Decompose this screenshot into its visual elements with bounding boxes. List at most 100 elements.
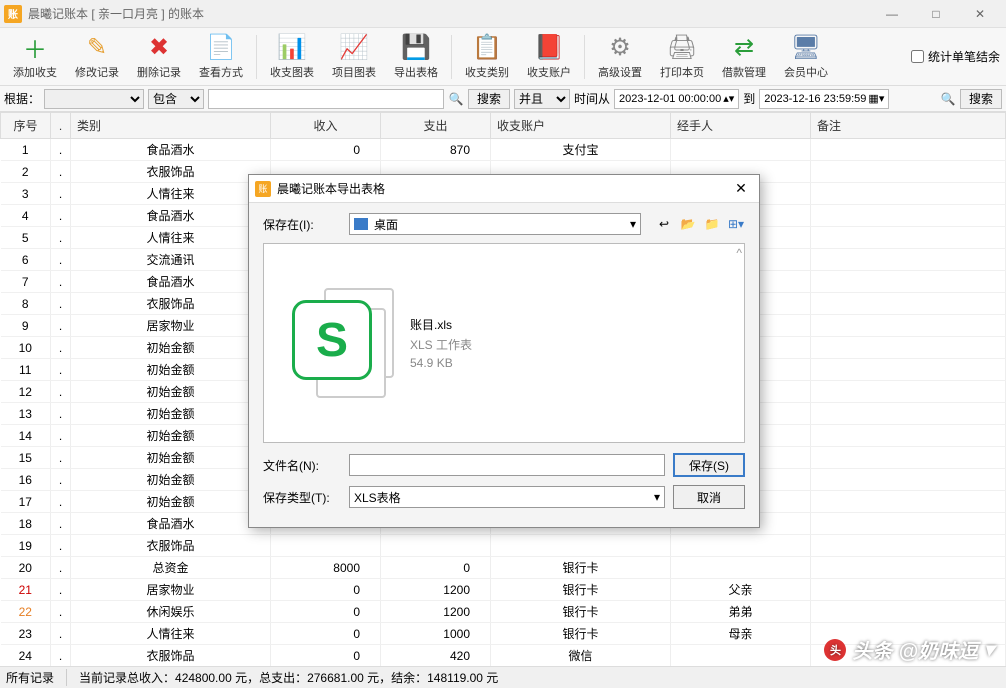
tool-label: 项目图表 xyxy=(332,64,376,80)
status-bar: 所有记录 当前记录总收入：424800.00 元，总支出：276681.00 元… xyxy=(0,666,1006,688)
tool-label: 修改记录 xyxy=(75,64,119,80)
tool-收支类别[interactable]: 📋 收支类别 xyxy=(458,30,516,84)
date-to-input[interactable]: 2023-12-16 23:59:59▦▾ xyxy=(759,89,889,109)
maximize-button[interactable]: □ xyxy=(914,0,958,28)
desktop-icon xyxy=(354,218,368,230)
minimize-button[interactable]: — xyxy=(870,0,914,28)
col-6[interactable]: 经手人 xyxy=(671,113,811,139)
tool-icon: 📊 xyxy=(276,34,308,62)
tool-label: 添加收支 xyxy=(13,64,57,80)
contains-select[interactable]: 包含 xyxy=(148,89,204,109)
tool-修改记录[interactable]: ✎ 修改记录 xyxy=(68,30,126,84)
chevron-down-icon: ▾ xyxy=(984,637,994,662)
tool-借款管理[interactable]: ⇄ 借款管理 xyxy=(715,30,773,84)
filter-bar: 根据： 包含 🔍 搜索 并且 时间从 2023-12-01 00:00:00▴▾… xyxy=(0,86,1006,112)
table-row[interactable]: 19.衣服饰品 xyxy=(1,535,1006,557)
tool-收支图表[interactable]: 📊 收支图表 xyxy=(263,30,321,84)
new-folder-icon[interactable]: 📁 xyxy=(703,215,721,233)
file-browser[interactable]: ^ S 账目.xls XLS 工作表 54.9 KB xyxy=(263,243,745,443)
tool-label: 会员中心 xyxy=(784,64,828,80)
tool-收支账户[interactable]: 📕收支账户 xyxy=(520,30,578,84)
main-toolbar: ＋添加收支 ✎ 修改记录 ✖删除记录 📄 查看方式 📊 收支图表 📈 项目图表 💾导出表格 📋 收支类别… xyxy=(0,28,1006,86)
location-combo[interactable]: 桌面 ▾ xyxy=(349,213,641,235)
filetype-text: XLS表格 xyxy=(354,489,401,506)
tool-label: 收支类别 xyxy=(465,64,509,80)
save-button[interactable]: 保存(S) xyxy=(673,453,745,477)
chevron-down-icon: ▾ xyxy=(654,490,660,504)
dialog-title-bar[interactable]: 账 晨曦记账本导出表格 ✕ xyxy=(249,175,759,203)
stat-checkbox-label: 统计单笔结余 xyxy=(928,48,1000,65)
table-row[interactable]: 22.休闲娱乐01200银行卡弟弟 xyxy=(1,601,1006,623)
table-row[interactable]: 21.居家物业01200银行卡父亲 xyxy=(1,579,1006,601)
tool-icon: 📄 xyxy=(205,34,237,62)
tool-icon: 📋 xyxy=(471,34,503,62)
col-7[interactable]: 备注 xyxy=(811,113,1006,139)
col-5[interactable]: 收支账户 xyxy=(491,113,671,139)
watermark-prefix: 头条 xyxy=(852,635,892,664)
tool-icon: 💾 xyxy=(400,34,432,62)
tool-查看方式[interactable]: 📄 查看方式 xyxy=(192,30,250,84)
tool-高级设置[interactable]: ⚙ 高级设置 xyxy=(591,30,649,84)
filename-label: 文件名(N): xyxy=(263,457,341,474)
table-row[interactable]: 1.食品酒水0870支付宝 xyxy=(1,139,1006,161)
col-2[interactable]: 类别 xyxy=(71,113,271,139)
basis-select[interactable] xyxy=(44,89,144,109)
col-3[interactable]: 收入 xyxy=(271,113,381,139)
dialog-close-button[interactable]: ✕ xyxy=(729,180,753,197)
tool-label: 查看方式 xyxy=(199,64,243,80)
tool-label: 借款管理 xyxy=(722,64,766,80)
search-input[interactable] xyxy=(208,89,444,109)
to-label: 到 xyxy=(743,90,755,107)
tool-icon: ⚙ xyxy=(604,34,636,62)
tool-icon: 📕 xyxy=(533,34,565,62)
and-select[interactable]: 并且 xyxy=(514,89,570,109)
filename-input[interactable] xyxy=(349,454,665,476)
file-thumbnail: S xyxy=(284,288,394,398)
tool-label: 高级设置 xyxy=(598,64,642,80)
calendar-icon[interactable]: ▦▾ xyxy=(868,92,884,105)
search-button-2[interactable]: 搜索 xyxy=(960,89,1002,109)
tool-删除记录[interactable]: ✖删除记录 xyxy=(130,30,188,84)
up-icon[interactable]: 📂 xyxy=(679,215,697,233)
spinner-icon[interactable]: ▴▾ xyxy=(723,92,734,105)
toolbar-separator xyxy=(584,35,585,79)
file-item[interactable]: S 账目.xls XLS 工作表 54.9 KB xyxy=(284,288,472,398)
watermark-icon: 头 xyxy=(824,639,846,661)
date-from-input[interactable]: 2023-12-01 00:00:00▴▾ xyxy=(614,89,739,109)
tool-icon: 🖥 xyxy=(790,34,822,62)
table-row[interactable]: 20.总资金80000银行卡 xyxy=(1,557,1006,579)
tool-项目图表[interactable]: 📈 项目图表 xyxy=(325,30,383,84)
xls-icon: S xyxy=(292,300,372,380)
cancel-button[interactable]: 取消 xyxy=(673,485,745,509)
search-icon: 🔍 xyxy=(448,91,464,107)
filetype-label: 保存类型(T): xyxy=(263,489,341,506)
tool-label: 收支图表 xyxy=(270,64,314,80)
scroll-up-icon[interactable]: ^ xyxy=(736,246,742,260)
col-1[interactable]: . xyxy=(51,113,71,139)
stat-checkbox-input[interactable] xyxy=(911,50,924,63)
tool-icon: ✎ xyxy=(81,34,113,62)
file-name: 账目.xls xyxy=(410,316,472,333)
tool-icon: 📈 xyxy=(338,34,370,62)
search-button[interactable]: 搜索 xyxy=(468,89,510,109)
tool-icon: 🖨 xyxy=(666,34,698,62)
app-icon: 账 xyxy=(255,181,271,197)
filetype-combo[interactable]: XLS表格 ▾ xyxy=(349,486,665,508)
tool-打印本页[interactable]: 🖨打印本页 xyxy=(653,30,711,84)
stat-checkbox[interactable]: 统计单笔结余 xyxy=(911,48,1000,65)
toolbar-separator xyxy=(451,35,452,79)
col-4[interactable]: 支出 xyxy=(381,113,491,139)
back-icon[interactable]: ↩ xyxy=(655,215,673,233)
close-button[interactable]: ✕ xyxy=(958,0,1002,28)
tool-icon: ✖ xyxy=(143,34,175,62)
tool-添加收支[interactable]: ＋添加收支 xyxy=(6,30,64,84)
tool-导出表格[interactable]: 💾导出表格 xyxy=(387,30,445,84)
tool-icon: ⇄ xyxy=(728,34,760,62)
file-size: 54.9 KB xyxy=(410,356,472,370)
tool-会员中心[interactable]: 🖥 会员中心 xyxy=(777,30,835,84)
export-dialog: 账 晨曦记账本导出表格 ✕ 保存在(I): 桌面 ▾ ↩ 📂 📁 ⊞▾ ^ xyxy=(248,174,760,528)
title-bar: 账 晨曦记账本 [ 亲一口月亮 ] 的账本 — □ ✕ xyxy=(0,0,1006,28)
col-0[interactable]: 序号 xyxy=(1,113,51,139)
watermark: 头 头条 @奶味逗 ▾ xyxy=(824,635,994,664)
view-icon[interactable]: ⊞▾ xyxy=(727,215,745,233)
